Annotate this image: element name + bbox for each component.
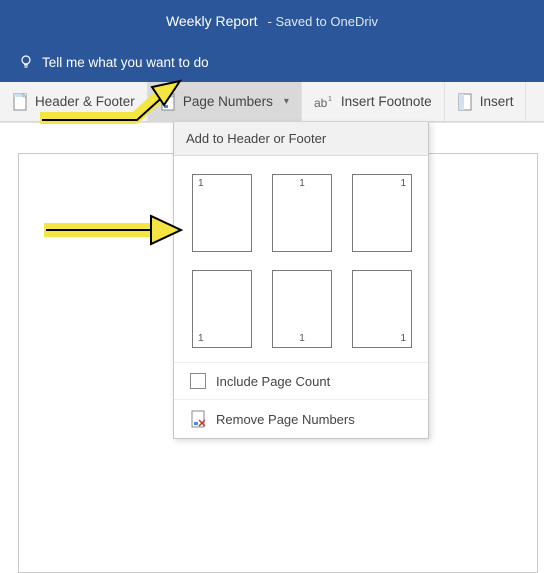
- title-bar: Weekly Report - Saved to OneDriv: [0, 0, 544, 42]
- remove-page-numbers-label: Remove Page Numbers: [216, 412, 355, 427]
- annotation-arrow-1: [32, 75, 182, 135]
- remove-page-numbers-icon: [190, 410, 206, 428]
- position-grid: 1 1 1 1 1 1: [174, 156, 428, 362]
- remove-page-numbers-row[interactable]: Remove Page Numbers: [174, 399, 428, 438]
- include-page-count-label: Include Page Count: [216, 374, 330, 389]
- include-page-count-row[interactable]: Include Page Count: [174, 362, 428, 399]
- saved-status: - Saved to OneDriv: [268, 14, 379, 29]
- include-page-count-checkbox[interactable]: [190, 373, 206, 389]
- dropdown-header: Add to Header or Footer: [174, 122, 428, 156]
- chevron-down-icon: ▾: [284, 96, 289, 107]
- position-top-center[interactable]: 1: [272, 174, 332, 252]
- svg-text:1: 1: [328, 96, 332, 103]
- position-top-left[interactable]: 1: [192, 174, 252, 252]
- svg-text:ab: ab: [314, 96, 328, 110]
- header-footer-icon: [12, 93, 28, 111]
- position-bottom-left[interactable]: 1: [192, 270, 252, 348]
- position-top-right[interactable]: 1: [352, 174, 412, 252]
- tell-me-text: Tell me what you want to do: [42, 55, 209, 70]
- insert-button[interactable]: Insert: [445, 82, 527, 121]
- annotation-arrow-2: [36, 210, 186, 250]
- position-bottom-center[interactable]: 1: [272, 270, 332, 348]
- insert-icon: [457, 93, 473, 111]
- lightbulb-icon: [18, 54, 34, 70]
- footnote-icon: ab 1: [314, 94, 334, 110]
- insert-footnote-button[interactable]: ab 1 Insert Footnote: [302, 82, 445, 121]
- page-numbers-label: Page Numbers: [183, 94, 273, 109]
- page-numbers-dropdown: Add to Header or Footer 1 1 1 1 1 1 Incl…: [173, 122, 429, 439]
- insert-footnote-label: Insert Footnote: [341, 94, 432, 109]
- document-title: Weekly Report: [166, 13, 258, 29]
- position-bottom-right[interactable]: 1: [352, 270, 412, 348]
- insert-label: Insert: [480, 94, 514, 109]
